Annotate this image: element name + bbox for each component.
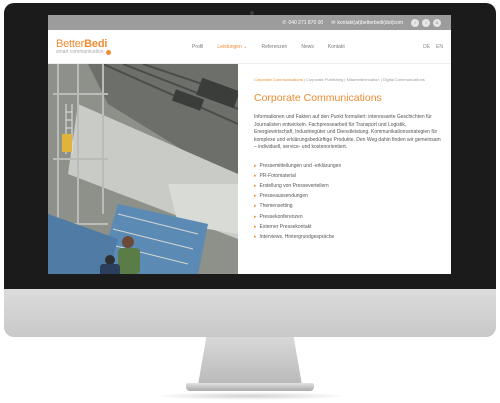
email-address: kontakt(at)betterbedi(dot)com [337, 19, 403, 26]
arrow-right-icon: ▸ [254, 172, 257, 179]
services-list: ▸ Pressemitteilungen und -erklärungen ▸ PR… [254, 161, 441, 243]
rail-scene-photo [48, 64, 238, 274]
arrow-right-icon: ▸ [254, 193, 257, 200]
logo-tagline: smart communication [56, 49, 166, 55]
arrow-right-icon: ▸ [254, 223, 257, 230]
nav-item-kontakt[interactable]: Kontakt [328, 44, 345, 50]
monitor-shadow [150, 392, 350, 400]
logo[interactable]: BetterBedi smart communication [56, 38, 166, 55]
intro-paragraph: Informationen und Fakten auf den Punkt f… [254, 114, 441, 150]
list-item: ▸ PR-Fotomaterial [254, 171, 441, 181]
arrow-right-icon: ▸ [254, 162, 257, 169]
arrow-right-icon: ▸ [254, 233, 257, 240]
imac-mockup: ✆ 040 271 870 00 ✉ kontakt(at)betterbedi… [0, 0, 500, 403]
arrow-right-icon: ▸ [254, 203, 257, 210]
arrow-right-icon: ▸ [254, 213, 257, 220]
monitor-chin [4, 289, 496, 337]
social-links: f t ◘ [411, 18, 441, 27]
list-item: ▸ Presseaussendungen [254, 191, 441, 201]
list-item: ▸ Interviews, Hintergrundgespräche [254, 232, 441, 242]
nav-item-news[interactable]: News [301, 44, 314, 50]
top-contact-bar: ✆ 040 271 870 00 ✉ kontakt(at)betterbedi… [48, 15, 451, 30]
phone-number: 040 271 870 00 [288, 19, 324, 26]
arrow-right-icon: ▸ [254, 182, 257, 189]
breadcrumb: Corporate Communications | Corporate Pub… [254, 77, 441, 82]
content-text: Corporate Communications | Corporate Pub… [238, 64, 451, 274]
mail-icon: ✉ [331, 19, 336, 26]
nav-item-referenzen[interactable]: Referenzen [261, 44, 287, 50]
twitter-icon[interactable]: t [422, 18, 430, 27]
page-title: Corporate Communications [254, 92, 382, 104]
monitor-foot [186, 383, 314, 391]
list-item: ▸ Pressekonferenzen [254, 212, 441, 222]
list-item: ▸ Erstellung von Presseverteilern [254, 181, 441, 191]
main-content: Corporate Communications | Corporate Pub… [48, 64, 451, 274]
lang-de[interactable]: DE [423, 44, 430, 50]
list-item: ▸ Themensetting [254, 201, 441, 211]
breadcrumb-current[interactable]: Corporate Communications [254, 77, 303, 82]
list-item: ▸ Pressemitteilungen und -erklärungen [254, 161, 441, 171]
website-screen: ✆ 040 271 870 00 ✉ kontakt(at)betterbedi… [48, 15, 451, 274]
hero-photo [48, 64, 238, 274]
logo-dot-icon [105, 49, 111, 55]
nav-item-leistungen[interactable]: Leistungen ⌄ [217, 44, 247, 50]
phone-link[interactable]: ✆ 040 271 870 00 [282, 20, 323, 26]
site-header: BetterBedi smart communication Profil Le… [48, 30, 451, 64]
phone-icon: ✆ [282, 19, 287, 26]
nav-item-profil[interactable]: Profil [192, 44, 203, 50]
lang-en[interactable]: EN [436, 44, 443, 50]
chevron-down-icon: ⌄ [243, 43, 248, 50]
monitor-stand [198, 337, 302, 385]
breadcrumb-rest[interactable]: | Corporate Publishing | Mitarbeiterinna… [304, 77, 425, 82]
instagram-icon[interactable]: ◘ [433, 18, 441, 27]
email-link[interactable]: ✉ kontakt(at)betterbedi(dot)com [331, 20, 403, 26]
language-switcher: DE EN [423, 44, 443, 50]
list-item: ▸ Externer Pressekontakt [254, 222, 441, 232]
facebook-icon[interactable]: f [411, 18, 419, 27]
main-nav: Profil Leistungen ⌄ Referenzen News Kont… [192, 44, 345, 50]
